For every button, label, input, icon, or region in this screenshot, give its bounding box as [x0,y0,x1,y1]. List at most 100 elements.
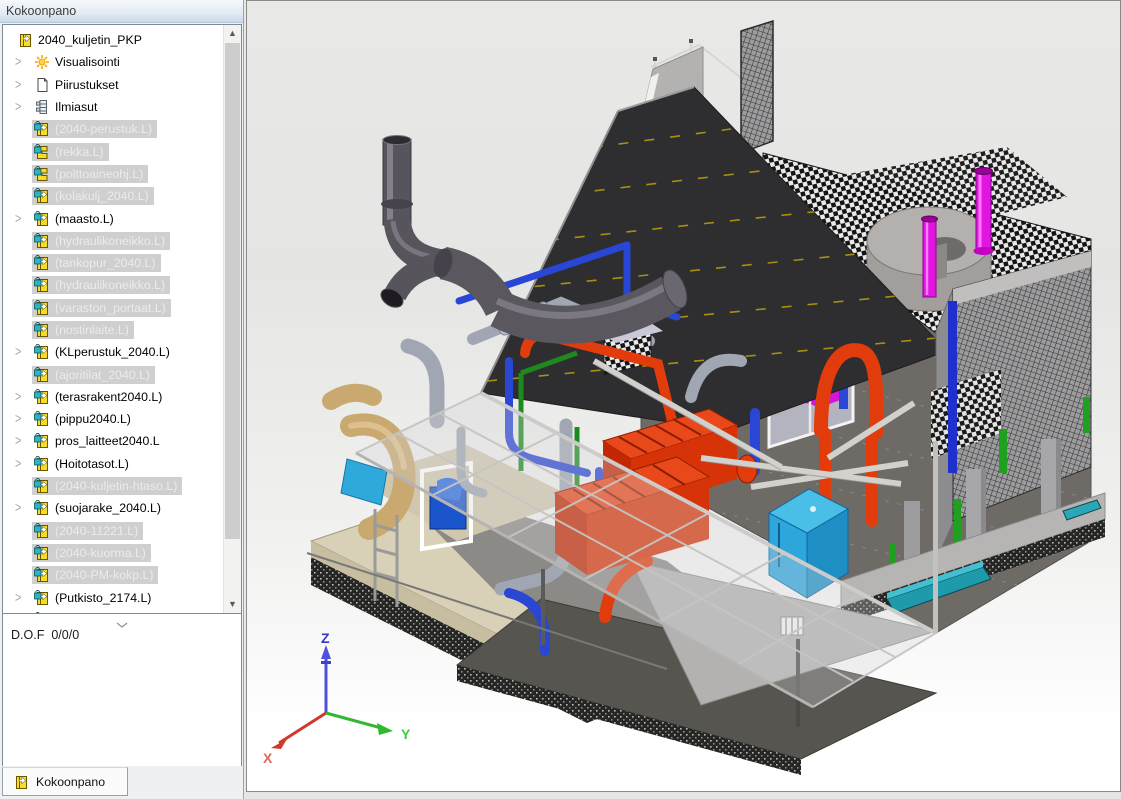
part-icon [34,255,50,271]
scroll-thumb[interactable] [225,43,240,539]
expand-chevron-icon[interactable]: > [15,345,32,360]
tree-item-body[interactable]: (tankopur_2040.L) [32,254,161,272]
tree-item-label: (KLperustuk_2040.L) [55,345,170,359]
tree-item[interactable]: > (Hoitotasot.L) [3,453,224,475]
assembly-panel: Kokoonpano 2040_kuljetin_PKP>Visualisoin… [0,0,244,799]
expand-chevron-icon[interactable]: > [15,100,32,115]
3d-viewport[interactable]: Z X Y [246,0,1121,792]
tree-item[interactable]: (kolakulj_2040.L) [3,185,224,207]
tree-item-label: (polttoaineohj.L) [55,167,143,181]
assembly-tree[interactable]: 2040_kuljetin_PKP>Visualisointi>Piirustu… [2,24,242,614]
tree-item-body[interactable]: (ajoritilat_2040.L) [32,366,155,384]
expand-chevron-icon[interactable]: > [15,77,32,92]
tree-item[interactable]: (varaston_portaat.L) [3,297,224,319]
part-icon [34,411,50,427]
tree-item-body[interactable]: Ilmiasut [32,98,102,116]
tree-item-body[interactable]: (2040-PM-kokp.L) [32,566,158,584]
tree-item[interactable]: (ajoritilat_2040.L) [3,363,224,385]
tree-item[interactable]: (hydraulikoneikko.L) [3,274,224,296]
tree-item[interactable]: (2040-PM-kokp.L) [3,564,224,586]
tree-item-body[interactable]: (rekka.L) [32,143,109,161]
tree-item[interactable]: (tankopur_2040.L) [3,252,224,274]
tree-item[interactable]: >Visualisointi [3,51,224,73]
tree-item[interactable]: (2040-perustuk.L) [3,118,224,140]
tree-item-label: (hydraulikoneikko.L) [55,234,165,248]
drawing-icon [34,77,50,93]
tree-item-body[interactable]: (2040-kuorma.L) [32,544,151,562]
tree-item-body[interactable]: Piirustukset [32,76,124,94]
assembly-icon [13,774,29,790]
axis-z-label: Z [321,630,330,646]
expand-chevron-icon[interactable]: > [15,456,32,471]
tree-item[interactable]: > (KLperustuk_2040.L) [3,341,224,363]
tree-item-body[interactable]: (maasto.L) [32,210,119,228]
tree-item[interactable]: >(terasrakent2040.L) [3,386,224,408]
part-icon [34,433,50,449]
tree-item[interactable]: (2040-11221.L) [3,520,224,542]
part-icon [34,233,50,249]
tree-scrollbar[interactable]: ▲ ▼ [223,25,241,613]
tree-item-label: (varaston_portaat.L) [55,301,166,315]
tree-item[interactable]: >(pippu2040.L) [3,408,224,430]
blue-riser-pipe [948,301,957,473]
part-icon [34,188,50,204]
scroll-up-icon[interactable]: ▲ [224,25,241,42]
tree-item[interactable]: >(maasto.L) [3,207,224,229]
tree-item[interactable]: (2040-kuljetin-htaso.L) [3,475,224,497]
tab-kokoonpano[interactable]: Kokoonpano [2,767,128,796]
part-icon [34,545,50,561]
axis-y-label: Y [401,726,411,742]
tree-item-body[interactable]: (2040-perustuk.L) [32,120,157,138]
expand-chevron-icon[interactable]: > [15,434,32,449]
axis-x-label: X [263,750,273,766]
tree-item[interactable]: >(suojarake_2040.L) [3,497,224,519]
tree-item-body[interactable]: (nostinlaite.L) [32,321,134,339]
tree-item-body[interactable]: (hydraulikoneikko.L) [32,276,170,294]
panel-title: Kokoonpano [0,0,243,23]
tree-item[interactable]: (hydraulikoneikko.L) [3,230,224,252]
tree-item-label: (2040-PM-kokp.L) [55,568,153,582]
tree-item[interactable]: (rekka.L) [3,140,224,162]
axes-triad: Z X Y [263,630,411,766]
tree-item[interactable]: >Ilmiasut [3,96,224,118]
tree-item-body[interactable]: Visualisointi [32,53,125,71]
tree-item-label: (nostinlaite.L) [55,323,129,337]
part-icon [34,344,50,360]
tree-item-body[interactable]: (2040-11221.L) [32,522,143,540]
tree-item-body[interactable]: (pippu2040.L) [32,410,136,428]
tree-item-label: (2040-kuorma.L) [55,546,146,560]
tree-item-body[interactable]: (suojarake_2040.L) [32,499,166,517]
expand-chevron-icon[interactable]: > [15,389,32,404]
tree-item-label: (2040-11221.L) [55,524,138,538]
tree-item[interactable]: (polttoaineohj.L) [3,163,224,185]
splitter-chevron-icon[interactable] [116,615,128,633]
dof-readout: D.O.F0/0/0 [11,628,79,642]
tree-item[interactable]: 2040_kuljetin_PKP [3,29,224,51]
expand-chevron-icon[interactable]: > [15,590,32,605]
tree-item[interactable]: >pros_laitteet2040.L [3,430,224,452]
panel-tabbar: Kokoonpano [0,766,243,799]
expand-chevron-icon[interactable]: > [15,55,32,70]
tree-item[interactable]: >(Putkisto_2174.L) [3,586,224,608]
tree-item-body[interactable]: (kolakulj_2040.L) [32,187,154,205]
expand-chevron-icon[interactable]: > [15,412,32,427]
tree-item[interactable]: (2040-kuorma.L) [3,542,224,564]
expand-chevron-icon[interactable]: > [15,211,32,226]
tree-item-body[interactable]: (terasrakent2040.L) [32,388,167,406]
tree-item[interactable]: >Piirustukset [3,74,224,96]
tree-item-body[interactable]: 2040_kuljetin_PKP [15,31,147,49]
assembly-root-icon [17,32,33,48]
tree-item-body[interactable]: (Hoitotasot.L) [32,455,134,473]
expand-chevron-icon[interactable]: > [15,501,32,516]
tree-item-body[interactable]: (KLperustuk_2040.L) [32,343,175,361]
tree-item-body[interactable]: (Putkisto_2174.L) [32,589,156,607]
tree-item[interactable]: (nostinlaite.L) [3,319,224,341]
part-icon [34,367,50,383]
tree-item-body[interactable]: (2040-kuljetin-htaso.L) [32,477,182,495]
tree-item-label: (Hoitotasot.L) [55,457,129,471]
tree-item-body[interactable]: pros_laitteet2040.L [32,432,165,450]
scroll-down-icon[interactable]: ▼ [224,596,241,613]
tree-item-body[interactable]: (polttoaineohj.L) [32,165,148,183]
tree-item-body[interactable]: (varaston_portaat.L) [32,299,171,317]
tree-item-body[interactable]: (hydraulikoneikko.L) [32,232,170,250]
